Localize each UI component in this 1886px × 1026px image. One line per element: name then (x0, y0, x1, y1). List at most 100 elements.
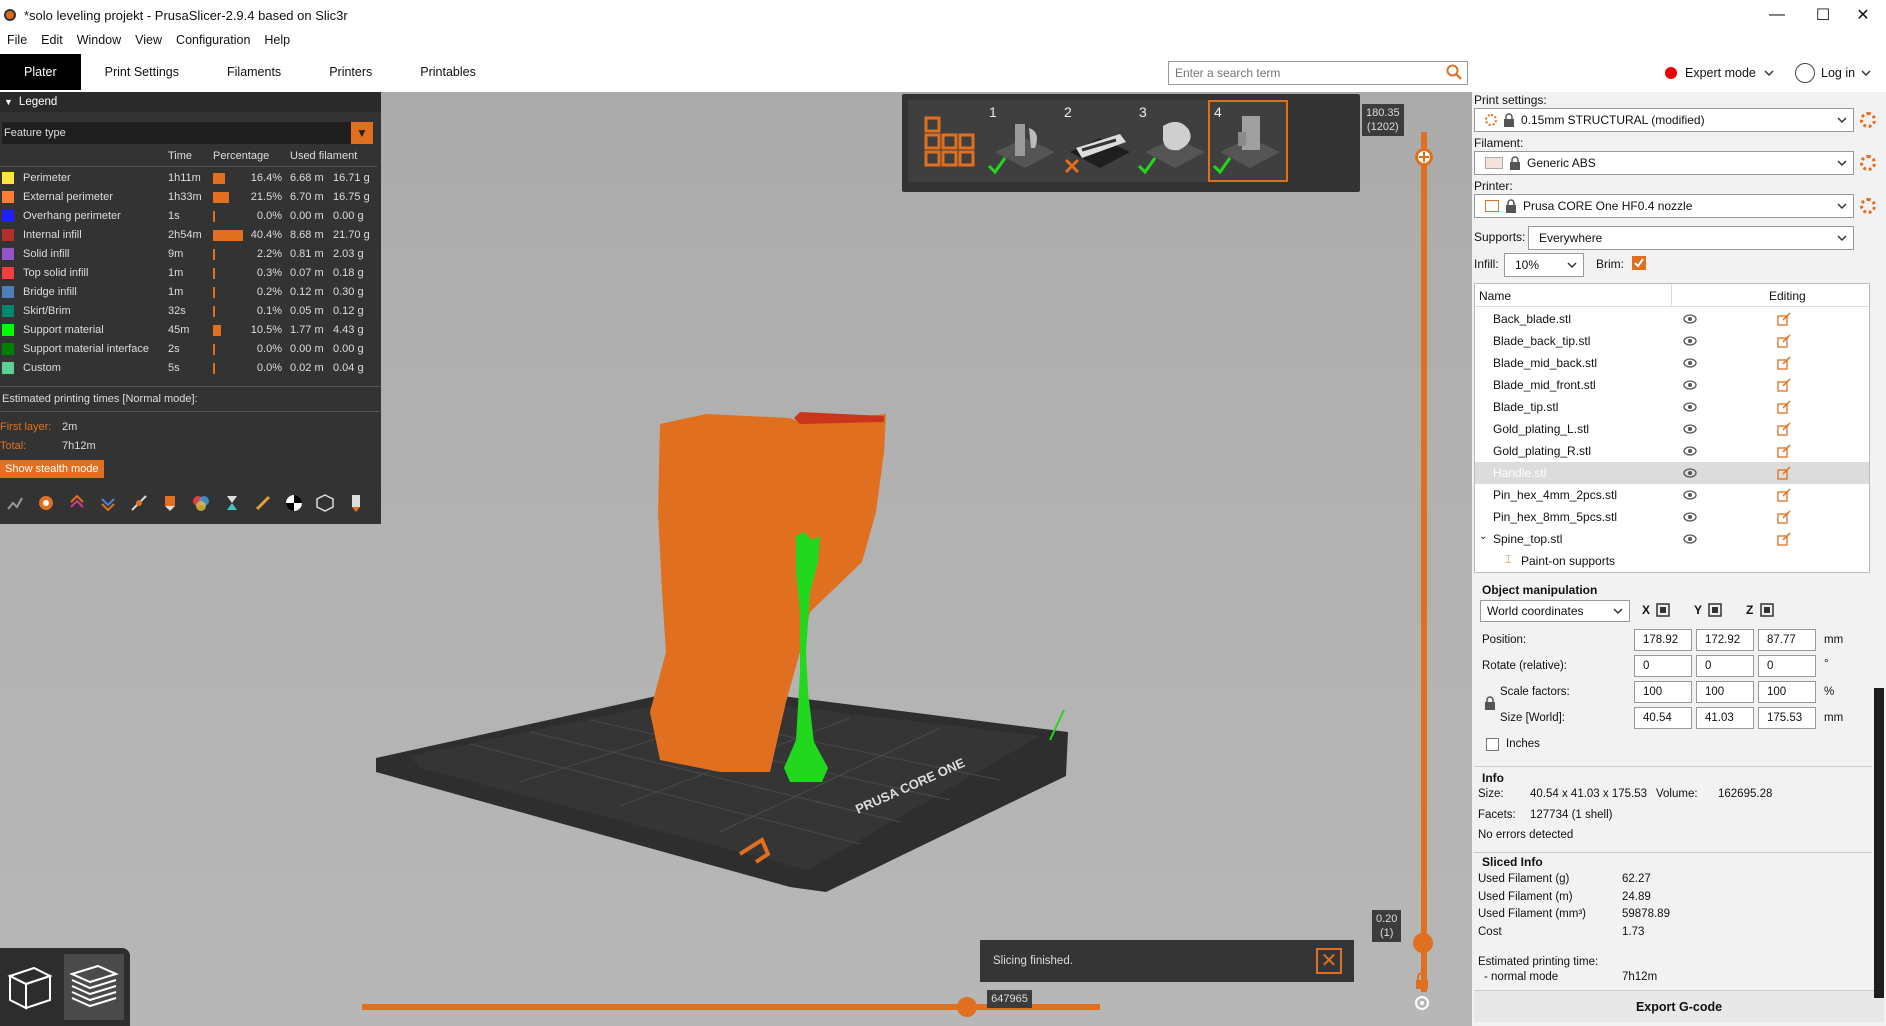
expand-chevron-icon[interactable]: ⌄ (1479, 531, 1487, 542)
tab-filaments[interactable]: Filaments (203, 53, 305, 91)
print-settings-combo[interactable]: 0.15mm STRUCTURAL (modified) (1474, 108, 1854, 132)
minimize-button[interactable]: — (1754, 0, 1800, 30)
edit-object-icon[interactable] (1777, 466, 1791, 483)
position-y-field[interactable]: 172.92 (1696, 629, 1754, 651)
mode-selector[interactable]: Expert mode (1665, 61, 1774, 85)
drop-to-bed-z-icon[interactable] (1760, 603, 1774, 617)
coordinate-system-combo[interactable]: World coordinates (1480, 600, 1630, 622)
position-z-field[interactable]: 87.77 (1758, 629, 1816, 651)
edit-object-icon[interactable] (1777, 422, 1791, 439)
edit-object-icon[interactable] (1777, 400, 1791, 417)
retractions-icon[interactable] (64, 491, 89, 516)
size-z-field[interactable]: 175.53 (1758, 707, 1816, 729)
object-sub-row[interactable]: ⌶ Paint-on supports (1475, 550, 1869, 572)
plate-4-button[interactable]: 4 (1208, 100, 1288, 182)
legend-row[interactable]: Overhang perimeter 1s 0.0% 0.00 m 0.00 g (0, 207, 381, 226)
close-window-button[interactable]: ✕ (1840, 0, 1886, 30)
object-row[interactable]: Blade_back_tip.stl (1475, 330, 1869, 352)
printer-combo[interactable]: Prusa CORE One HF0.4 nozzle (1474, 194, 1854, 218)
seams-icon[interactable] (126, 491, 151, 516)
menu-file[interactable]: File (0, 33, 34, 47)
visibility-eye-icon[interactable] (1683, 401, 1697, 415)
brim-checkbox[interactable] (1632, 256, 1646, 270)
tab-printers[interactable]: Printers (305, 53, 396, 91)
printer-gear-icon[interactable] (1860, 198, 1876, 214)
lock-icon[interactable] (1413, 972, 1431, 990)
deretractions-icon[interactable] (95, 491, 120, 516)
edit-object-icon[interactable] (1777, 378, 1791, 395)
visibility-eye-icon[interactable] (1683, 511, 1697, 525)
edit-object-icon[interactable] (1777, 488, 1791, 505)
sidebar-scrollbar[interactable] (1872, 688, 1886, 1018)
visibility-eye-icon[interactable] (1683, 533, 1697, 547)
legend-row[interactable]: Bridge infill 1m 0.2% 0.12 m 0.30 g (0, 283, 381, 302)
size-x-field[interactable]: 40.54 (1634, 707, 1692, 729)
legend-row[interactable]: External perimeter 1h33m 21.5% 6.70 m 16.75 … (0, 188, 381, 207)
legend-row[interactable]: Support material 45m 10.5% 1.77 m 4.43 g (0, 321, 381, 340)
all-plates-button[interactable] (908, 100, 988, 182)
infill-combo[interactable]: 10% (1504, 253, 1584, 277)
menu-view[interactable]: View (128, 33, 169, 47)
print-settings-gear-icon[interactable] (1860, 112, 1876, 128)
tab-plater[interactable]: Plater (0, 54, 81, 90)
plate-1-button[interactable]: 1 (983, 100, 1063, 182)
menu-edit[interactable]: Edit (34, 33, 70, 47)
shells-icon[interactable] (312, 491, 337, 516)
legend-row[interactable]: Support material interface 2s 0.0% 0.00 m 0.… (0, 340, 381, 359)
settings-cog-icon[interactable] (1413, 994, 1431, 1012)
position-x-field[interactable]: 178.92 (1634, 629, 1692, 651)
legend-row[interactable]: Top solid infill 1m 0.3% 0.07 m 0.18 g (0, 264, 381, 283)
object-row[interactable]: Pin_hex_8mm_5pcs.stl (1475, 506, 1869, 528)
custom-gcode-icon[interactable] (250, 491, 275, 516)
filament-combo[interactable]: Generic ABS (1474, 151, 1854, 175)
edit-object-icon[interactable] (1777, 312, 1791, 329)
menu-help[interactable]: Help (257, 33, 297, 47)
login-button[interactable]: Log in (1795, 61, 1871, 85)
rotate-x-field[interactable]: 0 (1634, 655, 1692, 677)
edit-object-icon[interactable] (1777, 444, 1791, 461)
tab-printables[interactable]: Printables (396, 53, 500, 91)
object-row[interactable]: Blade_tip.stl (1475, 396, 1869, 418)
scale-y-field[interactable]: 100 (1696, 681, 1754, 703)
legend-header[interactable]: ▼ Legend (0, 92, 381, 112)
visibility-eye-icon[interactable] (1683, 313, 1697, 327)
object-row[interactable]: Blade_mid_back.stl (1475, 352, 1869, 374)
visibility-eye-icon[interactable] (1683, 489, 1697, 503)
scrollbar-thumb[interactable] (1874, 688, 1884, 998)
center-of-gravity-icon[interactable] (281, 491, 306, 516)
drop-to-bed-x-icon[interactable] (1656, 603, 1670, 617)
legend-row[interactable]: Internal infill 2h54m 40.4% 8.68 m 21.70 g (0, 226, 381, 245)
scale-z-field[interactable]: 100 (1758, 681, 1816, 703)
legend-row[interactable]: Custom 5s 0.0% 0.02 m 0.04 g (0, 359, 381, 378)
edit-object-icon[interactable] (1777, 510, 1791, 527)
search-icon[interactable] (1446, 64, 1462, 80)
filament-gear-icon[interactable] (1860, 155, 1876, 171)
export-gcode-button[interactable]: Export G-code (1474, 990, 1884, 1022)
close-notification-icon[interactable]: ✕ (1316, 948, 1342, 974)
menu-window[interactable]: Window (70, 33, 128, 47)
legend-row[interactable]: Skirt/Brim 32s 0.1% 0.05 m 0.12 g (0, 302, 381, 321)
object-row[interactable]: Back_blade.stl (1475, 308, 1869, 330)
rotate-y-field[interactable]: 0 (1696, 655, 1754, 677)
pause-prints-icon[interactable] (219, 491, 244, 516)
object-row[interactable]: ⌄ Spine_top.stl (1475, 528, 1869, 550)
object-row[interactable]: Gold_plating_R.stl (1475, 440, 1869, 462)
visibility-eye-icon[interactable] (1683, 357, 1697, 371)
visibility-eye-icon[interactable] (1683, 379, 1697, 393)
inches-checkbox[interactable] (1486, 738, 1499, 751)
object-row[interactable]: Gold_plating_L.stl (1475, 418, 1869, 440)
tool-changes-icon[interactable] (157, 491, 182, 516)
visibility-eye-icon[interactable] (1683, 335, 1697, 349)
search-input[interactable] (1168, 61, 1468, 85)
size-y-field[interactable]: 41.03 (1696, 707, 1754, 729)
visibility-eye-icon[interactable] (1683, 423, 1697, 437)
layer-top-handle[interactable] (1415, 148, 1433, 166)
layer-slider-track[interactable] (1421, 132, 1427, 992)
tab-print-settings[interactable]: Print Settings (81, 53, 203, 91)
plate-3-button[interactable]: 3 (1133, 100, 1213, 182)
tool-marker-icon[interactable] (343, 491, 368, 516)
edit-object-icon[interactable] (1777, 532, 1791, 549)
show-stealth-mode-button[interactable]: Show stealth mode (0, 460, 104, 478)
object-row[interactable]: Pin_hex_4mm_2pcs.stl (1475, 484, 1869, 506)
legend-row[interactable]: Perimeter 1h11m 16.4% 6.68 m 16.71 g (0, 169, 381, 188)
